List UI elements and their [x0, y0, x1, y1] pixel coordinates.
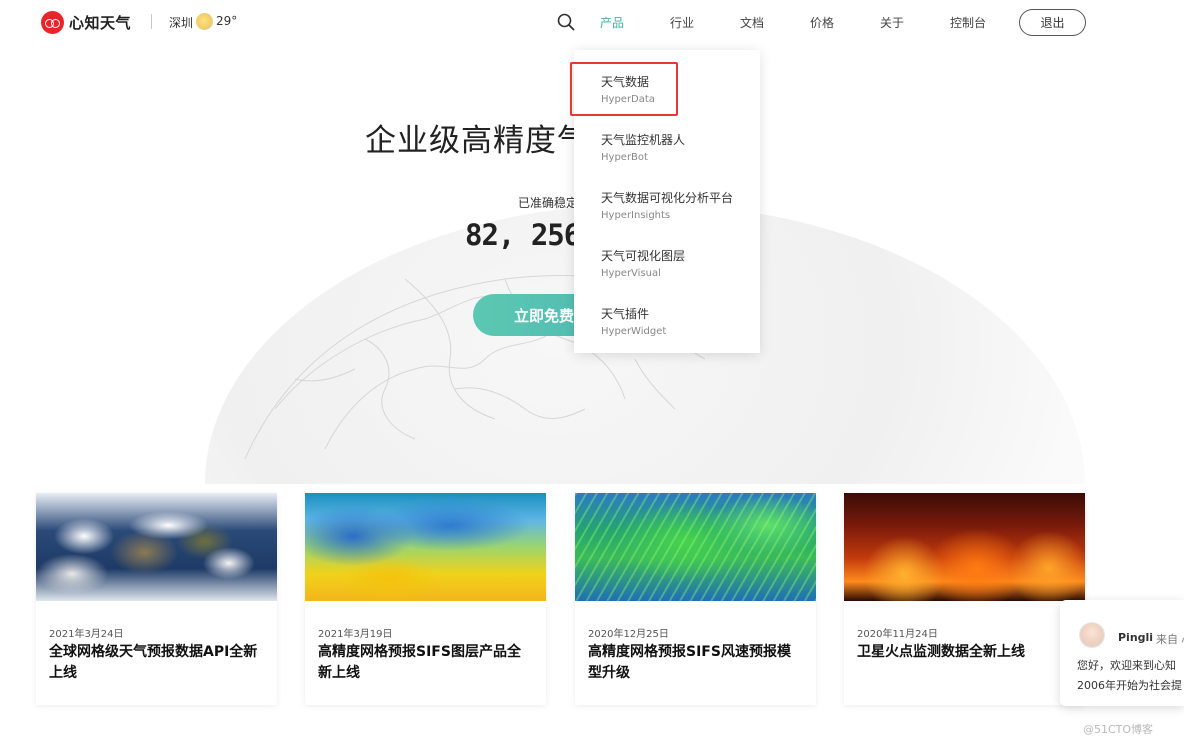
news-title: 全球网格级天气预报数据API全新上线: [49, 644, 258, 681]
chat-message-line: 您好，欢迎来到心知: [1077, 659, 1176, 672]
highlight-annotation-box: [570, 62, 678, 116]
logo-icon: [41, 11, 64, 34]
news-title: 卫星火点监测数据全新上线: [857, 644, 1025, 660]
weather-temperature: 29°: [216, 14, 238, 28]
dropdown-item-subtitle: HyperBot: [601, 152, 648, 163]
dropdown-item-subtitle: HyperInsights: [601, 210, 671, 221]
agent-source: 来自 心: [1156, 633, 1184, 646]
dropdown-item-title: 天气数据可视化分析平台: [601, 191, 734, 205]
news-card[interactable]: 2020年11月24日 卫星火点监测数据全新上线: [844, 493, 1085, 705]
nav-docs[interactable]: 文档: [740, 14, 764, 31]
dropdown-item-title: 天气可视化图层: [601, 249, 686, 263]
nav-console[interactable]: 控制台: [950, 14, 986, 31]
news-date: 2020年12月25日: [588, 629, 669, 640]
news-title: 高精度网格预报SIFS风速预报模型升级: [588, 644, 791, 681]
sunny-weather-icon: [196, 13, 213, 30]
chat-message-line: 2006年开始为社会提: [1077, 679, 1182, 692]
news-card[interactable]: 2021年3月19日 高精度网格预报SIFS图层产品全新上线: [305, 493, 546, 705]
nav-about[interactable]: 关于: [880, 14, 904, 31]
agent-avatar: [1079, 622, 1105, 648]
news-date: 2021年3月24日: [49, 629, 124, 640]
weather-city: 深圳: [169, 16, 194, 30]
nav-products[interactable]: 产品: [600, 14, 624, 31]
dropdown-item-title: 天气插件: [601, 307, 650, 321]
chat-widget[interactable]: Pingli 来自 心 您好，欢迎来到心知 2006年开始为社会提: [1060, 600, 1184, 706]
header-divider: [151, 14, 152, 29]
temperature-map-image: [305, 493, 546, 601]
hero-title: 企业级高精度气: [365, 123, 589, 159]
wind-map-image: [575, 493, 816, 601]
news-card[interactable]: 2020年12月25日 高精度网格预报SIFS风速预报模型升级: [575, 493, 816, 705]
dropdown-item-subtitle: HyperWidget: [601, 326, 667, 337]
site-logo[interactable]: 心知天气: [41, 11, 131, 34]
dropdown-item-hyperbot[interactable]: 天气监控机器人 HyperBot: [601, 131, 685, 163]
nav-pricing[interactable]: 价格: [810, 14, 834, 31]
news-date: 2021年3月19日: [318, 629, 393, 640]
agent-name: Pingli: [1118, 631, 1154, 644]
hero-subtitle: 已准确稳定: [518, 196, 579, 210]
news-date: 2020年11月24日: [857, 629, 938, 640]
news-card[interactable]: 2021年3月24日 全球网格级天气预报数据API全新上线: [36, 493, 277, 705]
logo-text: 心知天气: [69, 14, 132, 32]
news-title: 高精度网格预报SIFS图层产品全新上线: [318, 644, 521, 681]
dropdown-item-hypervisual[interactable]: 天气可视化图层 HyperVisual: [601, 247, 685, 279]
dropdown-item-hyperinsights[interactable]: 天气数据可视化分析平台 HyperInsights: [601, 189, 733, 221]
nav-industry[interactable]: 行业: [670, 14, 694, 31]
logout-button[interactable]: 退出: [1019, 9, 1086, 36]
top-header: 心知天气 深圳 29° 产品 行业 文档 价格 关于 控制台 退出: [0, 0, 1184, 44]
satellite-earth-image: [36, 493, 277, 601]
dropdown-item-subtitle: HyperVisual: [601, 268, 661, 279]
search-icon[interactable]: [557, 13, 575, 31]
dropdown-item-title: 天气监控机器人: [601, 133, 686, 147]
wildfire-image: [844, 493, 1085, 601]
dropdown-item-hyperwidget[interactable]: 天气插件 HyperWidget: [601, 305, 666, 337]
watermark: @51CTO博客: [1083, 723, 1154, 736]
